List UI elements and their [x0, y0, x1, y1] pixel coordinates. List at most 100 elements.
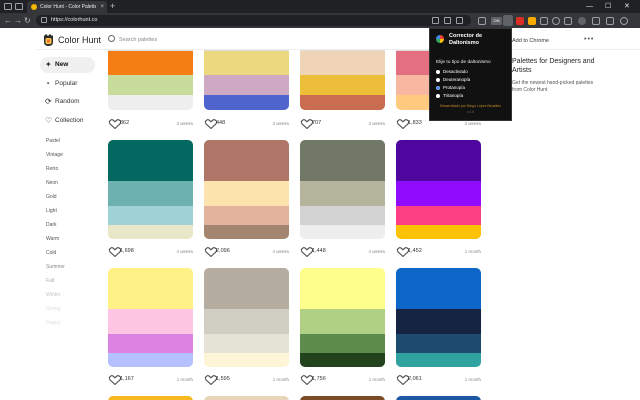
color-swatch[interactable]: [108, 140, 193, 181]
tag-spring[interactable]: Spring: [46, 306, 60, 313]
sidebar-item-popular[interactable]: ◔ Popular: [40, 76, 95, 92]
daltonism-extension-icon[interactable]: [503, 15, 513, 26]
tag-gold[interactable]: Gold: [46, 194, 57, 201]
palette-card-next-row[interactable]: [300, 396, 385, 400]
color-swatch[interactable]: [396, 353, 481, 367]
colorhunt-logo-icon[interactable]: [43, 34, 54, 46]
tag-happy[interactable]: Happy: [46, 320, 60, 327]
lock-icon[interactable]: [41, 17, 47, 23]
app-available-icon[interactable]: [432, 17, 439, 24]
palette-swatches[interactable]: [108, 268, 193, 367]
split-screen-icon[interactable]: [540, 17, 548, 25]
url-text[interactable]: https://colorhunt.co: [51, 17, 97, 24]
tab-close-icon[interactable]: ×: [100, 3, 104, 11]
palette-swatches[interactable]: [396, 140, 481, 239]
forward-button[interactable]: →: [14, 16, 22, 25]
color-swatch[interactable]: [108, 353, 193, 367]
tag-summer[interactable]: Summer: [46, 264, 65, 271]
tag-fall[interactable]: Fall: [46, 278, 54, 285]
maximize-button[interactable]: ☐: [605, 1, 611, 12]
color-swatch[interactable]: [300, 309, 385, 334]
tag-retro[interactable]: Retro: [46, 166, 58, 173]
logo-text[interactable]: Color Hunt: [58, 35, 101, 46]
option-label[interactable]: Protanopía: [443, 85, 465, 91]
palette-card-next-row[interactable]: [396, 396, 481, 400]
color-swatch[interactable]: [108, 206, 193, 225]
color-swatch[interactable]: [204, 75, 289, 95]
color-swatch[interactable]: [108, 309, 193, 334]
color-swatch[interactable]: [204, 140, 289, 181]
palette-swatches[interactable]: [300, 50, 385, 110]
new-tab-button[interactable]: +: [110, 1, 115, 12]
bookmark-icon[interactable]: [456, 17, 463, 24]
color-swatch[interactable]: [300, 353, 385, 367]
palette-card-next-row[interactable]: [108, 396, 193, 400]
radio-option-tritanopia[interactable]: Tritanopía: [436, 93, 506, 100]
palette-swatches[interactable]: [204, 140, 289, 239]
color-swatch[interactable]: [204, 51, 289, 75]
palette-swatches[interactable]: [108, 50, 193, 110]
color-swatch[interactable]: [300, 225, 385, 239]
minimize-button[interactable]: —: [586, 1, 593, 12]
profile-icon[interactable]: [4, 3, 12, 10]
color-swatch[interactable]: [204, 95, 289, 110]
radio-icon[interactable]: [436, 78, 440, 82]
tag-light[interactable]: Light: [46, 208, 57, 215]
tab-actions-icon[interactable]: [15, 3, 23, 10]
add-to-chrome-link[interactable]: Add to Chrome: [512, 38, 549, 45]
color-swatch[interactable]: [300, 95, 385, 110]
extension-badge-on[interactable]: ON: [491, 17, 502, 25]
history-icon[interactable]: [592, 17, 600, 25]
color-swatch[interactable]: [396, 206, 481, 225]
color-swatch[interactable]: [204, 334, 289, 353]
reload-button[interactable]: ↻: [24, 16, 31, 25]
color-swatch[interactable]: [204, 268, 289, 309]
color-swatch[interactable]: [108, 268, 193, 309]
palette-swatches[interactable]: [300, 268, 385, 367]
palette-swatches[interactable]: [108, 140, 193, 239]
sidebar-item-collection[interactable]: ♡ Collection: [40, 113, 95, 129]
color-swatch[interactable]: [108, 225, 193, 239]
color-swatch[interactable]: [204, 181, 289, 206]
address-bar[interactable]: https://colorhunt.co: [36, 15, 471, 26]
extension-yellow-icon[interactable]: [528, 17, 536, 25]
popup-credit[interactable]: Desarrollado por Diego López Beneitez: [430, 104, 511, 109]
browser-tab[interactable]: Color Hunt - Color Palettes for De... ×: [27, 1, 107, 13]
color-swatch[interactable]: [300, 206, 385, 225]
color-swatch[interactable]: [300, 51, 385, 75]
search-bar[interactable]: [108, 34, 408, 46]
color-swatch[interactable]: [396, 225, 481, 239]
collections-icon[interactable]: [552, 17, 560, 25]
palette-swatches[interactable]: [396, 268, 481, 367]
tag-pastel[interactable]: Pastel: [46, 138, 60, 145]
tag-cold[interactable]: Cold: [46, 250, 56, 257]
radio-option-desactivado[interactable]: Desactivado: [436, 69, 506, 76]
extensions-icon[interactable]: [478, 17, 486, 25]
search-input[interactable]: [119, 34, 319, 46]
color-swatch[interactable]: [396, 140, 481, 181]
sidebar-item-random[interactable]: ⟳ Random: [40, 94, 95, 110]
palette-swatches[interactable]: [204, 268, 289, 367]
tag-dark[interactable]: Dark: [46, 222, 57, 229]
radio-icon[interactable]: [436, 86, 440, 90]
color-swatch[interactable]: [204, 353, 289, 367]
close-window-button[interactable]: ✕: [624, 1, 630, 12]
color-swatch[interactable]: [108, 75, 193, 95]
tag-winter[interactable]: Winter: [46, 292, 60, 299]
extension-red-icon[interactable]: [516, 17, 524, 25]
color-swatch[interactable]: [108, 95, 193, 110]
color-swatch[interactable]: [300, 181, 385, 206]
color-swatch[interactable]: [396, 334, 481, 353]
color-swatch[interactable]: [300, 140, 385, 181]
color-swatch[interactable]: [108, 181, 193, 206]
color-swatch[interactable]: [300, 334, 385, 353]
palette-card-next-row[interactable]: [204, 396, 289, 400]
color-swatch[interactable]: [396, 309, 481, 334]
color-swatch[interactable]: [108, 334, 193, 353]
palette-swatches[interactable]: [300, 140, 385, 239]
downloads-icon[interactable]: [606, 17, 614, 25]
tag-neon[interactable]: Neon: [46, 180, 58, 187]
read-aloud-icon[interactable]: [444, 17, 451, 24]
color-swatch[interactable]: [204, 309, 289, 334]
avatar[interactable]: [578, 17, 586, 25]
